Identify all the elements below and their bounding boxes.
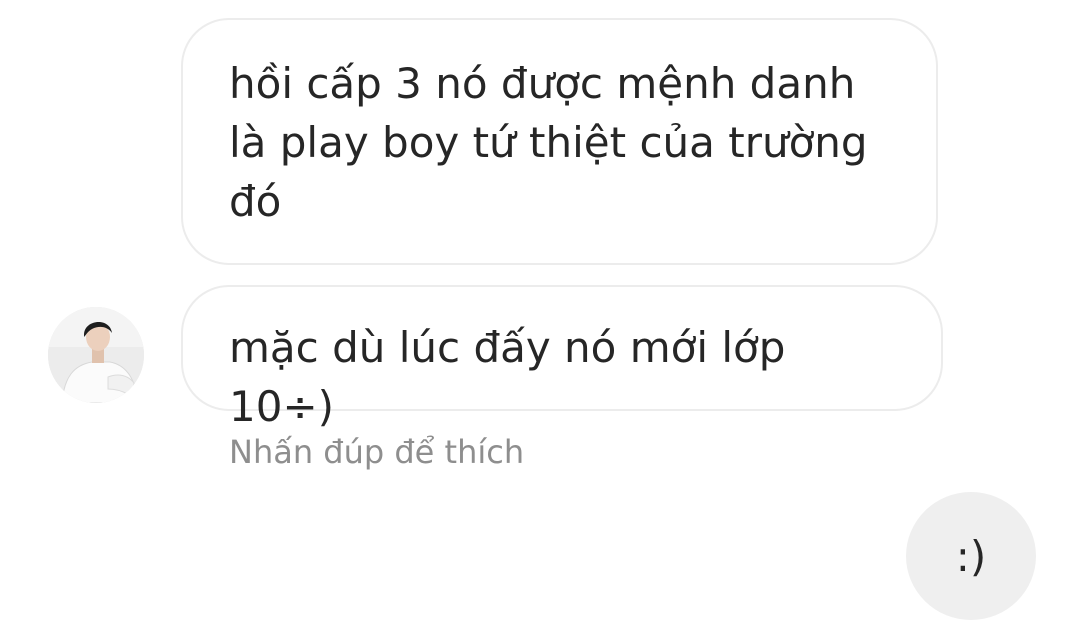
message-bubble-incoming[interactable]: mặc dù lúc đấy nó mới lớp 10÷) (181, 285, 943, 431)
contact-avatar[interactable] (48, 307, 144, 403)
message-text: mặc dù lúc đấy nó mới lớp 10÷) (229, 323, 786, 431)
message-bubble-outgoing[interactable]: :) (906, 492, 1036, 620)
message-text: hồi cấp 3 nó được mệnh danh là play boy … (229, 59, 868, 226)
avatar-photo-icon (48, 307, 144, 403)
double-tap-to-like-hint: Nhấn đúp để thích (229, 433, 525, 471)
message-bubble-incoming[interactable]: hồi cấp 3 nó được mệnh danh là play boy … (181, 18, 938, 265)
message-text: :) (955, 531, 987, 581)
